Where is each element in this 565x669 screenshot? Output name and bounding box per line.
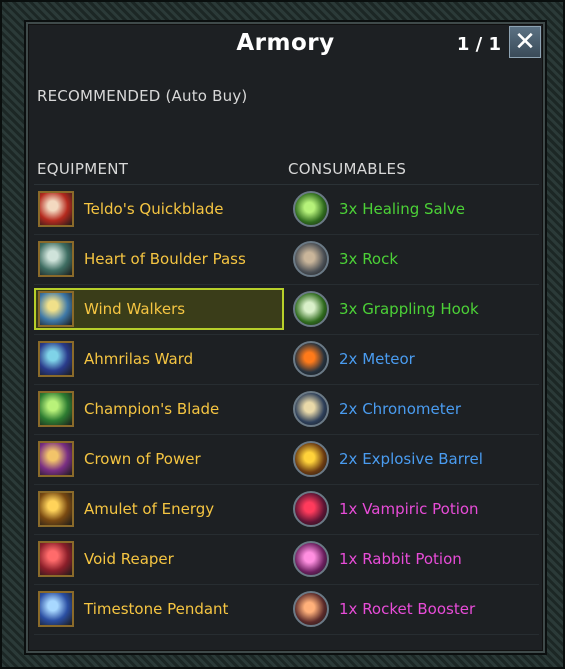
rocket-booster-icon [293, 591, 329, 627]
item-row: Timestone Pendant 1x Rocket Booster [34, 585, 539, 635]
explosion-icon [293, 441, 329, 477]
page-counter: 1 / 1 [456, 34, 501, 55]
consumable-item-label: 2x Meteor [339, 350, 415, 368]
leaf-ward-icon [38, 341, 74, 377]
rabbit-potion-icon [293, 541, 329, 577]
axe-icon [38, 541, 74, 577]
consumable-item[interactable]: 2x Explosive Barrel [289, 438, 534, 480]
equipment-item-label: Wind Walkers [84, 300, 186, 318]
item-row: Teldo's Quickblade 3x Healing Salve [34, 185, 539, 235]
equipment-item-label: Teldo's Quickblade [84, 200, 224, 218]
winged-boots-icon [38, 291, 74, 327]
equipment-item[interactable]: Void Reaper [34, 538, 284, 580]
consumable-item[interactable]: 3x Healing Salve [289, 188, 534, 230]
item-row: Amulet of Energy 1x Vampiric Potion [34, 485, 539, 535]
item-list: Teldo's Quickblade 3x Healing Salve Heart … [34, 185, 539, 635]
equipment-item-label: Crown of Power [84, 450, 201, 468]
item-row: Crown of Power 2x Explosive Barrel [34, 435, 539, 485]
equipment-item-label: Amulet of Energy [84, 500, 215, 518]
equipment-item-label: Ahmrilas Ward [84, 350, 194, 368]
consumable-item-label: 1x Vampiric Potion [339, 500, 479, 518]
armory-window-frame: Armory 1 / 1 ✕ RECOMMENDED (Auto Buy) EQ… [0, 0, 565, 669]
item-row: Void Reaper 1x Rabbit Potion [34, 535, 539, 585]
vampiric-potion-icon [293, 491, 329, 527]
consumable-item-label: 1x Rocket Booster [339, 600, 476, 618]
equipment-item[interactable]: Ahmrilas Ward [34, 338, 284, 380]
consumable-item[interactable]: 3x Grappling Hook [289, 288, 534, 330]
consumable-item-label: 3x Grappling Hook [339, 300, 479, 318]
consumable-item[interactable]: 1x Rabbit Potion [289, 538, 534, 580]
armor-chest-icon [38, 241, 74, 277]
equipment-item-label: Champion's Blade [84, 400, 220, 418]
consumable-item[interactable]: 2x Meteor [289, 338, 534, 380]
consumable-item-label: 2x Explosive Barrel [339, 450, 483, 468]
equipment-item-label: Heart of Boulder Pass [84, 250, 246, 268]
rock-icon [293, 241, 329, 277]
consumable-item-label: 3x Rock [339, 250, 399, 268]
equipment-item[interactable]: Champion's Blade [34, 388, 284, 430]
item-row: Wind Walkers 3x Grappling Hook [34, 285, 539, 335]
item-row: Ahmrilas Ward 2x Meteor [34, 335, 539, 385]
crown-icon [38, 441, 74, 477]
equipment-item[interactable]: Wind Walkers [34, 288, 284, 330]
green-sword-icon [38, 391, 74, 427]
consumable-item[interactable]: 1x Vampiric Potion [289, 488, 534, 530]
consumables-header: CONSUMABLES [288, 160, 407, 178]
equipment-item[interactable]: Teldo's Quickblade [34, 188, 284, 230]
close-icon: ✕ [514, 27, 536, 57]
healing-flask-icon [293, 191, 329, 227]
pendant-icon [38, 591, 74, 627]
consumable-item-label: 2x Chronometer [339, 400, 461, 418]
amulet-icon [38, 491, 74, 527]
dagger-icon [38, 191, 74, 227]
meteor-icon [293, 341, 329, 377]
consumable-item-label: 1x Rabbit Potion [339, 550, 462, 568]
equipment-header: EQUIPMENT [37, 160, 129, 178]
recommended-label: RECOMMENDED (Auto Buy) [37, 87, 248, 105]
equipment-item-label: Timestone Pendant [84, 600, 229, 618]
armory-panel: Armory 1 / 1 ✕ RECOMMENDED (Auto Buy) EQ… [26, 22, 545, 653]
equipment-item[interactable]: Heart of Boulder Pass [34, 238, 284, 280]
hourglass-icon [293, 391, 329, 427]
close-button[interactable]: ✕ [509, 26, 541, 58]
equipment-item[interactable]: Crown of Power [34, 438, 284, 480]
equipment-item-label: Void Reaper [84, 550, 174, 568]
consumable-item[interactable]: 2x Chronometer [289, 388, 534, 430]
grappling-hook-icon [293, 291, 329, 327]
row-divider [34, 634, 539, 635]
item-row: Heart of Boulder Pass 3x Rock [34, 235, 539, 285]
equipment-item[interactable]: Timestone Pendant [34, 588, 284, 630]
item-row: Champion's Blade 2x Chronometer [34, 385, 539, 435]
equipment-item[interactable]: Amulet of Energy [34, 488, 284, 530]
consumable-item-label: 3x Healing Salve [339, 200, 466, 218]
consumable-item[interactable]: 1x Rocket Booster [289, 588, 534, 630]
consumable-item[interactable]: 3x Rock [289, 238, 534, 280]
